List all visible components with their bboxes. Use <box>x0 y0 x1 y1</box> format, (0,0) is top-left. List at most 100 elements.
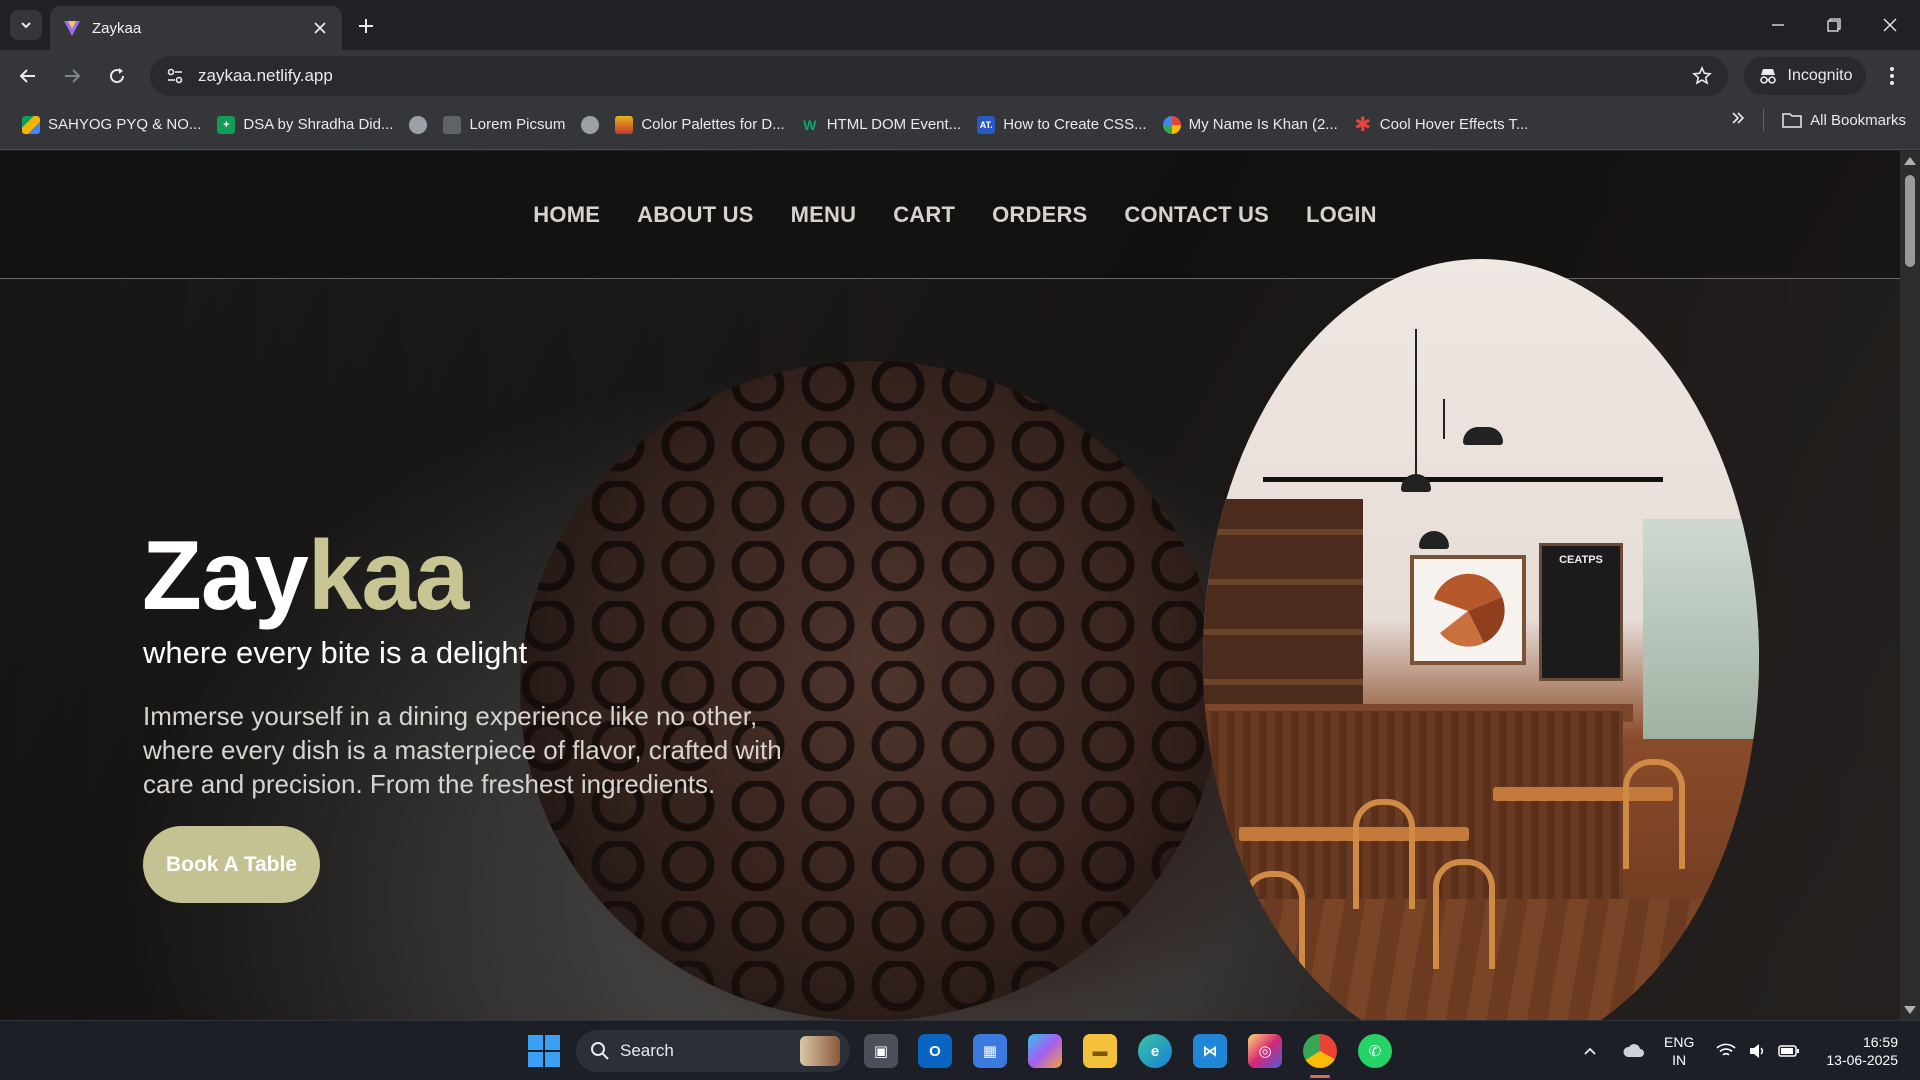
active-tab[interactable]: Zaykaa <box>50 6 342 50</box>
clock-date: 13-06-2025 <box>1826 1052 1898 1068</box>
nav-about-us[interactable]: ABOUT US <box>637 202 754 228</box>
chrome-active-indicator <box>1310 1075 1330 1078</box>
brand-accent: kaa <box>307 520 470 630</box>
windows-logo-icon <box>545 1035 560 1050</box>
incognito-icon <box>1759 69 1776 84</box>
browser-toolbar: zaykaa.netlify.app Incognito <box>0 50 1920 100</box>
tab-search-button[interactable] <box>10 10 42 40</box>
drive-icon <box>22 115 40 134</box>
edge-icon[interactable]: e <box>1138 1034 1172 1068</box>
minimize-button[interactable] <box>1750 0 1806 50</box>
wifi-icon <box>1716 1043 1736 1056</box>
task-view-icon[interactable]: ▣ <box>864 1034 898 1068</box>
chrome-icon[interactable] <box>1303 1034 1337 1068</box>
divider <box>1763 109 1765 131</box>
system-clock[interactable]: 16:59 13-06-2025 <box>1818 1033 1898 1069</box>
bookmark-label: Lorem Picsum <box>469 116 566 133</box>
wall-art <box>1410 555 1526 665</box>
nav-orders[interactable]: ORDERS <box>992 202 1087 228</box>
file-explorer-icon[interactable]: ▬ <box>1083 1034 1117 1068</box>
globe-icon <box>581 115 600 134</box>
bookmarks-overflow-button[interactable] <box>1731 111 1745 129</box>
nav-login[interactable]: LOGIN <box>1306 202 1377 228</box>
shelf <box>1203 579 1363 585</box>
bookmark-label: My Name Is Khan (2... <box>1188 116 1338 133</box>
new-tab-button[interactable] <box>352 12 380 40</box>
bookmarks-right: All Bookmarks <box>1731 109 1906 131</box>
instagram-icon[interactable]: ◎ <box>1248 1034 1282 1068</box>
shelf <box>1203 529 1363 535</box>
bookmark-sahyog[interactable]: SAHYOG PYQ & NO... <box>14 109 209 141</box>
browser-menu-button[interactable] <box>1876 60 1908 92</box>
page-scrollbar[interactable] <box>1900 151 1920 1020</box>
copilot-icon[interactable] <box>1028 1034 1062 1068</box>
picsum-icon <box>443 115 462 134</box>
windows-taskbar: Search ▣ O ▦ ▬ e ⋈ ◎ ✆ ENG IN 16:59 13-0… <box>0 1020 1920 1080</box>
scrollbar-thumb[interactable] <box>1905 175 1915 267</box>
windows-logo-icon <box>528 1035 543 1050</box>
bookmark-color-palettes[interactable]: Color Palettes for D... <box>607 109 792 141</box>
shelf <box>1203 629 1363 635</box>
nav-contact-us[interactable]: CONTACT US <box>1124 202 1269 228</box>
menu-chalkboard: CEATPS <box>1539 543 1623 681</box>
bookmark-dsa[interactable]: + DSA by Shradha Did... <box>209 109 401 141</box>
incognito-label: Incognito <box>1787 67 1853 84</box>
nav-menu[interactable]: MENU <box>791 202 857 228</box>
lamp-cord <box>1415 329 1417 479</box>
vscode-icon[interactable]: ⋈ <box>1193 1034 1227 1068</box>
cafe-chair <box>1433 859 1495 969</box>
page-viewport: HOME ABOUT US MENU CART ORDERS CONTACT U… <box>0 151 1920 1020</box>
clock-time: 16:59 <box>1862 1034 1898 1050</box>
close-icon <box>314 22 326 34</box>
tab-strip: Zaykaa <box>0 0 1920 50</box>
whatsapp-icon[interactable]: ✆ <box>1358 1034 1392 1068</box>
store-icon[interactable]: ▦ <box>973 1034 1007 1068</box>
windows-logo-icon <box>528 1052 543 1067</box>
bookmark-create-css[interactable]: AT. How to Create CSS... <box>969 109 1154 141</box>
tab-close-button[interactable] <box>310 18 330 38</box>
bookmark-cool-hover[interactable]: ✱ Cool Hover Effects T... <box>1346 109 1537 141</box>
show-hidden-icons-button[interactable] <box>1582 1021 1598 1080</box>
bookmark-label: HTML DOM Event... <box>826 116 962 133</box>
reload-button[interactable] <box>101 60 133 92</box>
bookmark-globe-1[interactable] <box>401 109 435 141</box>
address-bar[interactable]: zaykaa.netlify.app <box>150 56 1728 96</box>
atech-icon: AT. <box>977 115 996 134</box>
bookmark-label: SAHYOG PYQ & NO... <box>48 116 202 133</box>
all-bookmarks-button[interactable]: All Bookmarks <box>1782 112 1906 129</box>
onedrive-icon[interactable] <box>1622 1021 1646 1080</box>
start-button[interactable] <box>528 1035 560 1067</box>
nav-cart[interactable]: CART <box>893 202 955 228</box>
site-info-icon[interactable] <box>166 67 184 85</box>
system-tray-icons[interactable] <box>1716 1021 1800 1080</box>
plus-icon <box>359 19 373 33</box>
cloud-icon <box>1623 1044 1644 1057</box>
globe-icon <box>409 115 428 134</box>
bookmark-lorem-picsum[interactable]: Lorem Picsum <box>435 109 573 141</box>
arrow-left-icon <box>19 69 35 83</box>
forward-button[interactable] <box>56 60 88 92</box>
bookmark-html-dom[interactable]: W HTML DOM Event... <box>793 109 969 141</box>
arrow-right-icon <box>65 69 81 83</box>
restore-button[interactable] <box>1806 0 1862 50</box>
close-window-button[interactable] <box>1862 0 1918 50</box>
star-icon[interactable] <box>1692 66 1712 86</box>
bookmark-my-name-is-khan[interactable]: My Name Is Khan (2... <box>1155 109 1346 141</box>
incognito-indicator[interactable]: Incognito <box>1744 57 1866 95</box>
site-navbar: HOME ABOUT US MENU CART ORDERS CONTACT U… <box>0 151 1900 279</box>
language-indicator[interactable]: ENG IN <box>1664 1033 1694 1069</box>
taskbar-search[interactable]: Search <box>576 1030 850 1072</box>
lamp-cord <box>1443 399 1445 439</box>
w3-icon: W <box>803 116 817 133</box>
nav-home[interactable]: HOME <box>533 202 600 228</box>
outlook-icon[interactable]: O <box>918 1034 952 1068</box>
scroll-down-arrow-icon[interactable] <box>1904 1006 1916 1014</box>
chalkboard-title: CEATPS <box>1559 554 1603 566</box>
restore-icon <box>1827 18 1841 32</box>
book-a-table-button[interactable]: Book A Table <box>143 826 320 903</box>
url-text[interactable]: zaykaa.netlify.app <box>198 66 1692 86</box>
scroll-up-arrow-icon[interactable] <box>1904 157 1916 165</box>
bookmark-globe-2[interactable] <box>573 109 607 141</box>
back-button[interactable] <box>12 60 44 92</box>
more-vert-icon <box>1890 67 1894 85</box>
